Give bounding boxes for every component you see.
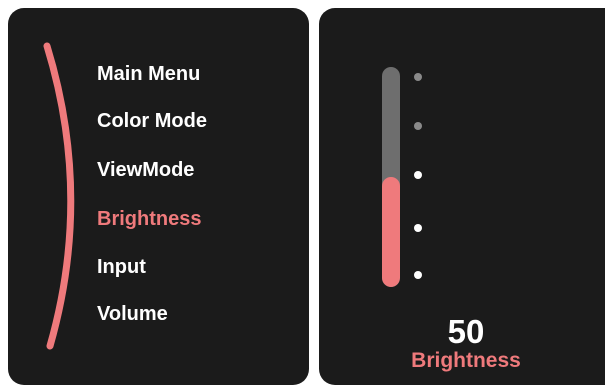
- menu-panel: Main Menu Color Mode ViewMode Brightness…: [8, 8, 309, 385]
- level-tick: [414, 171, 422, 179]
- brightness-slider[interactable]: [382, 67, 400, 287]
- level-tick: [414, 73, 422, 81]
- menu-item-viewmode[interactable]: ViewMode: [97, 158, 194, 182]
- menu-item-input[interactable]: Input: [97, 255, 146, 279]
- brightness-slider-fill: [382, 177, 400, 287]
- brightness-label: Brightness: [411, 349, 521, 372]
- brightness-value: 50: [447, 313, 485, 350]
- level-tick: [414, 271, 422, 279]
- level-tick: [414, 122, 422, 130]
- menu-item-main-menu[interactable]: Main Menu: [97, 62, 200, 86]
- level-tick: [414, 224, 422, 232]
- menu-item-volume[interactable]: Volume: [97, 302, 168, 326]
- menu-item-brightness[interactable]: Brightness: [97, 207, 201, 231]
- brightness-panel: 50 Brightness: [319, 8, 605, 385]
- menu-item-color-mode[interactable]: Color Mode: [97, 109, 207, 133]
